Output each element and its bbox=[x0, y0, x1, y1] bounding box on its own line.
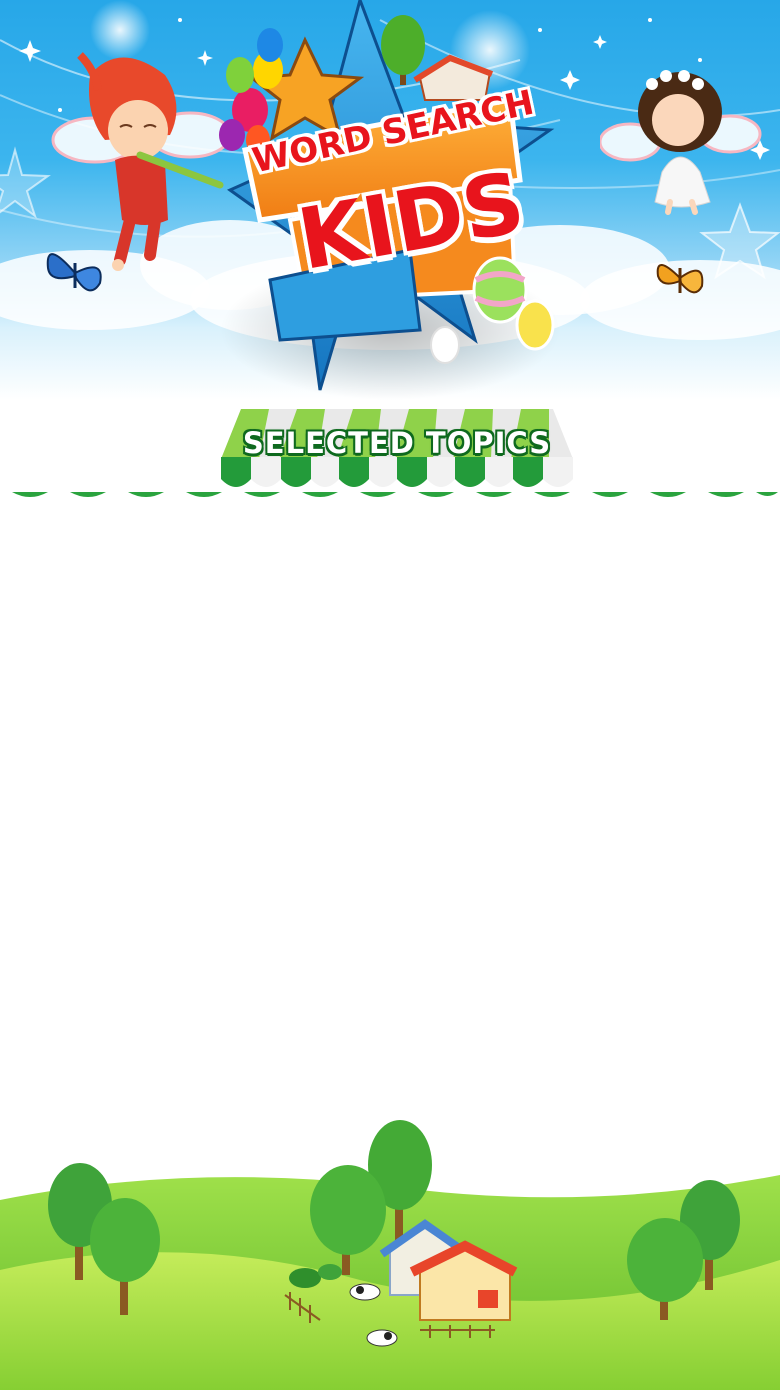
fairy-girl-icon bbox=[600, 70, 762, 215]
blue-butterfly-icon bbox=[46, 253, 102, 292]
section-title: SELECTED TOPICS bbox=[242, 426, 552, 460]
landscape-scene bbox=[0, 1120, 780, 1390]
orange-butterfly-icon bbox=[656, 264, 704, 294]
scalloped-divider bbox=[12, 492, 778, 497]
